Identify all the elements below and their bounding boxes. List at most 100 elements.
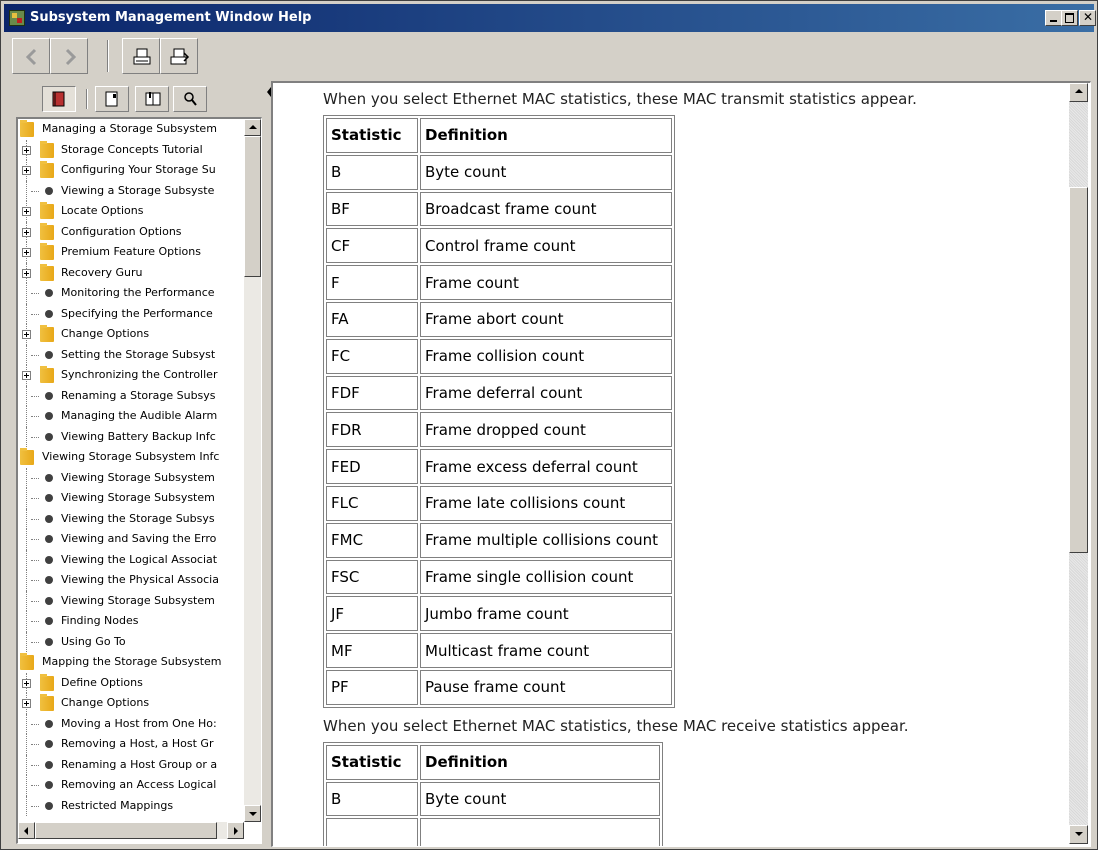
tree-item[interactable]: Setting the Storage Subsyst [18,344,244,365]
tree-item[interactable]: Monitoring the Performance [18,283,244,304]
tree-item[interactable]: Mapping the Storage Subsystem [18,652,244,673]
scroll-thumb[interactable] [244,136,261,277]
tree-item[interactable]: Change Options [18,324,244,345]
topic-bullet-icon [45,186,53,195]
print-setup-button[interactable] [160,38,198,74]
tree-item[interactable]: Removing an Access Logical [18,775,244,796]
table-row: CF Control frame count [326,228,672,264]
content-vertical-scrollbar[interactable] [1069,83,1088,844]
close-button[interactable] [1079,10,1096,26]
scroll-thumb[interactable] [1069,187,1088,553]
back-button[interactable] [12,38,50,74]
expand-plus-icon[interactable] [22,207,31,216]
expand-plus-icon[interactable] [22,678,31,688]
table-row: FLC Frame late collisions count [326,485,672,521]
tab-contents[interactable] [42,86,76,112]
statistic-cell: PF [326,669,418,705]
expand-plus-icon[interactable] [22,145,31,155]
title-bar[interactable]: Subsystem Management Window Help [4,4,1096,32]
statistic-cell: FLC [326,485,418,521]
tree-item[interactable]: Viewing Storage Subsystem [18,488,244,509]
minimize-button[interactable] [1045,10,1062,26]
expand-plus-icon[interactable] [22,699,31,708]
tree-item[interactable]: Recovery Guru [18,262,244,283]
tree-item[interactable]: Viewing the Logical Associat [18,549,244,570]
tree-item-label: Renaming a Host Group or a [61,757,218,771]
tree-item[interactable]: Removing a Host, a Host Gr [18,734,244,755]
tree-item[interactable]: Storage Concepts Tutorial [18,139,244,160]
tree-item[interactable]: Finding Nodes [18,611,244,632]
app-icon[interactable] [9,10,25,26]
expand-plus-icon[interactable] [22,166,31,175]
tab-index[interactable] [95,86,129,112]
tree-item[interactable]: Renaming a Storage Subsys [18,385,244,406]
topic-bullet-icon [45,719,53,728]
scroll-down-button[interactable] [244,805,261,822]
tree-item[interactable]: Configuring Your Storage Su [18,160,244,181]
tree-item-label: Viewing a Storage Subsyste [61,183,215,197]
table-row: F Frame count [326,265,672,300]
tree-connector-line [31,785,39,786]
tree-item[interactable]: Managing the Audible Alarm [18,406,244,427]
pane-splitter[interactable] [263,81,271,843]
tree-vertical-scrollbar[interactable] [244,119,261,822]
tree-item[interactable]: Change Options [18,693,244,714]
tree-item[interactable]: Viewing Battery Backup Infc [18,426,244,447]
tree-item[interactable]: Viewing Storage Subsystem Infc [18,447,244,468]
scroll-down-button[interactable] [1069,825,1088,844]
tree-item[interactable]: Configuration Options [18,221,244,242]
tree-items: Managing a Storage Subsystem Storage Conc… [18,119,244,816]
tree-item-label: Synchronizing the Controller [61,368,218,381]
tree-connector-line [31,621,39,622]
statistic-cell: B [326,781,418,817]
tree-item[interactable]: Viewing the Physical Associa [18,570,244,591]
statistic-cell: FC [326,338,418,374]
tree-item[interactable]: Locate Options [18,201,244,222]
tree-connector-line [26,488,27,509]
topic-bullet-icon [45,576,53,584]
print-button[interactable] [122,38,160,74]
tree-item[interactable]: Specifying the Performance [18,303,244,324]
scroll-up-button[interactable] [244,119,261,136]
tree-item[interactable]: Moving a Host from One Ho: [18,713,244,734]
scroll-right-button[interactable] [227,822,244,839]
tree-connector-line [26,549,27,570]
tree-item[interactable]: Using Go To [18,631,244,652]
expand-plus-icon[interactable] [22,227,31,237]
topic-bullet-icon [45,350,53,359]
tree-item[interactable]: Viewing and Saving the Erro [18,529,244,550]
tree-item[interactable]: Restricted Mappings [18,795,244,816]
tree-item-label: Mapping the Storage Subsystem [42,655,222,668]
statistic-cell: MF [326,633,418,668]
tree-item[interactable]: Premium Feature Options [18,242,244,263]
tree-item[interactable]: Managing a Storage Subsystem [18,119,244,140]
scroll-up-button[interactable] [1069,83,1088,102]
tree-item[interactable]: Viewing Storage Subsystem [18,467,244,488]
tab-bookmarks[interactable] [135,86,169,112]
tree-item[interactable]: Define Options [18,672,244,693]
tree-connector-line [26,467,27,488]
tree-item-label: Finding Nodes [61,614,139,627]
tab-search[interactable] [173,86,207,112]
tree-connector-line [26,590,27,611]
tree-item-label: Viewing Storage Subsystem [61,593,215,607]
expand-plus-icon[interactable] [22,330,31,339]
tree-item[interactable]: Viewing a Storage Subsyste [18,180,244,201]
expand-plus-icon[interactable] [22,248,31,257]
tree-connector-line [31,395,39,397]
tree-horizontal-scrollbar[interactable] [18,822,244,839]
tree-item[interactable]: Synchronizing the Controller [18,365,244,386]
contents-tree[interactable]: Managing a Storage Subsystem Storage Conc… [16,117,262,844]
forward-button[interactable] [50,38,88,74]
tree-item[interactable]: Viewing the Storage Subsys [18,508,244,529]
maximize-button[interactable] [1061,10,1078,26]
scroll-left-button[interactable] [18,822,35,839]
navigation-pane: Managing a Storage Subsystem Storage Conc… [12,81,263,844]
tree-item[interactable]: Renaming a Host Group or a [18,754,244,775]
expand-plus-icon[interactable] [22,268,31,278]
tree-item[interactable]: Viewing Storage Subsystem [18,590,244,611]
expand-plus-icon[interactable] [22,371,31,380]
horizontal-scroll-thumb[interactable] [35,822,217,839]
tree-item-label: Viewing the Physical Associa [61,573,219,586]
tree-connector-line [31,518,39,520]
